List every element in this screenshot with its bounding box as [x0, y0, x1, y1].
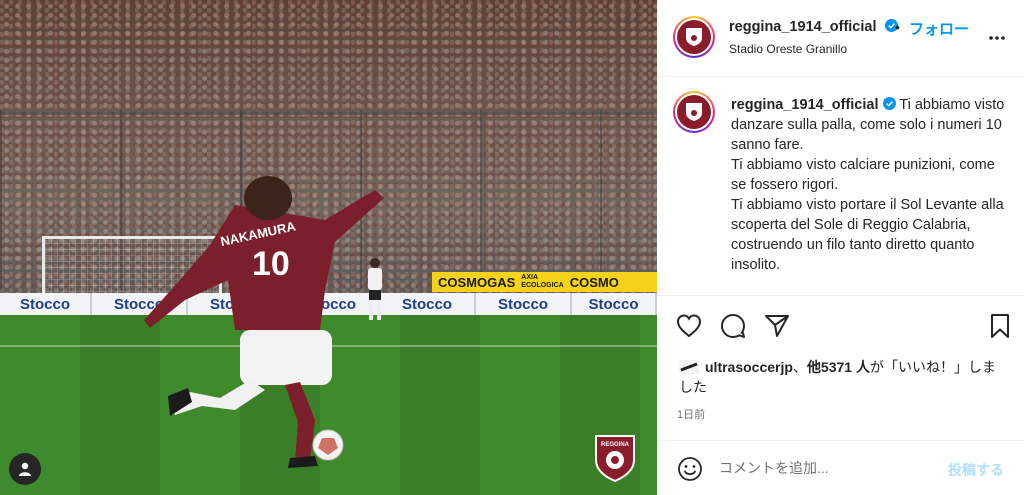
ad-board: Stocco [380, 293, 476, 315]
yellow-ad-text: COSMOGAS [438, 274, 516, 290]
caption-area: reggina_1914_official Ti abbiamo visto d… [657, 77, 1024, 296]
location-link[interactable]: Stadio Oreste Granillo [729, 42, 847, 56]
club-crest-icon [677, 20, 711, 54]
verified-icon [882, 97, 896, 110]
header-dot: • [895, 19, 900, 35]
user-tag-icon[interactable] [9, 453, 41, 485]
likes-separator: 、 [792, 359, 807, 375]
bookmark-icon[interactable] [986, 312, 1014, 340]
liker-username[interactable]: ultrasoccerjp [705, 359, 793, 375]
fence-bar [0, 112, 657, 115]
likes-count[interactable]: 他5371 人 [807, 359, 870, 375]
yellow-ad-small-1: AXIA [521, 274, 539, 281]
ad-board: Stocco [572, 293, 657, 315]
caption-text: Ti abbiamo visto danzare sulla palla, co… [731, 97, 1005, 273]
post-image[interactable]: COSMOGAS AXIA ECOLOGICA COSMO Stocco Sto… [0, 0, 657, 495]
emoji-icon[interactable] [677, 456, 703, 482]
player-kicking: 10 NAKAMURA [144, 176, 384, 468]
header-username[interactable]: reggina_1914_official [729, 19, 877, 35]
club-crest-watermark: REGGINA [595, 435, 635, 482]
jersey-number: 10 [252, 245, 290, 283]
avatar[interactable] [673, 16, 715, 58]
likes-summary: ultrasoccerjp、他5371 人が「いいね！」しました [679, 357, 1009, 397]
post-side-panel: reggina_1914_official • フォロー Stadio Ores… [657, 0, 1024, 495]
header-username-wrap: reggina_1914_official [729, 19, 898, 35]
comment-bar: 投稿する [657, 440, 1024, 495]
post-comment-button[interactable]: 投稿する [948, 460, 1004, 480]
crest-text: REGGINA [601, 442, 630, 448]
follow-button[interactable]: フォロー [909, 18, 969, 39]
share-icon[interactable] [763, 312, 791, 340]
post-header: reggina_1914_official • フォロー Stadio Ores… [657, 0, 1024, 77]
yellow-ad-small-2: ECOLOGICA [521, 282, 564, 289]
yellow-ad-board: COSMOGAS AXIA ECOLOGICA COSMO [432, 272, 657, 292]
ad-board: Stocco [0, 293, 92, 315]
yellow-ad-text-2: COSMO [569, 274, 619, 290]
more-icon[interactable] [987, 28, 1007, 48]
liker-avatar [679, 360, 699, 374]
post-timestamp[interactable]: 1日前 [677, 406, 705, 422]
caption-text-block: reggina_1914_official Ti abbiamo visto d… [731, 95, 1011, 275]
club-crest-icon [677, 95, 711, 129]
caption-username[interactable]: reggina_1914_official [731, 97, 879, 113]
comment-icon[interactable] [719, 312, 747, 340]
heart-icon[interactable] [675, 312, 703, 340]
comment-input[interactable] [719, 455, 929, 481]
ad-board: Stocco [476, 293, 572, 315]
yellow-ad-small: AXIA ECOLOGICA [521, 274, 563, 290]
avatar[interactable] [673, 91, 715, 133]
action-bar [657, 312, 1024, 342]
